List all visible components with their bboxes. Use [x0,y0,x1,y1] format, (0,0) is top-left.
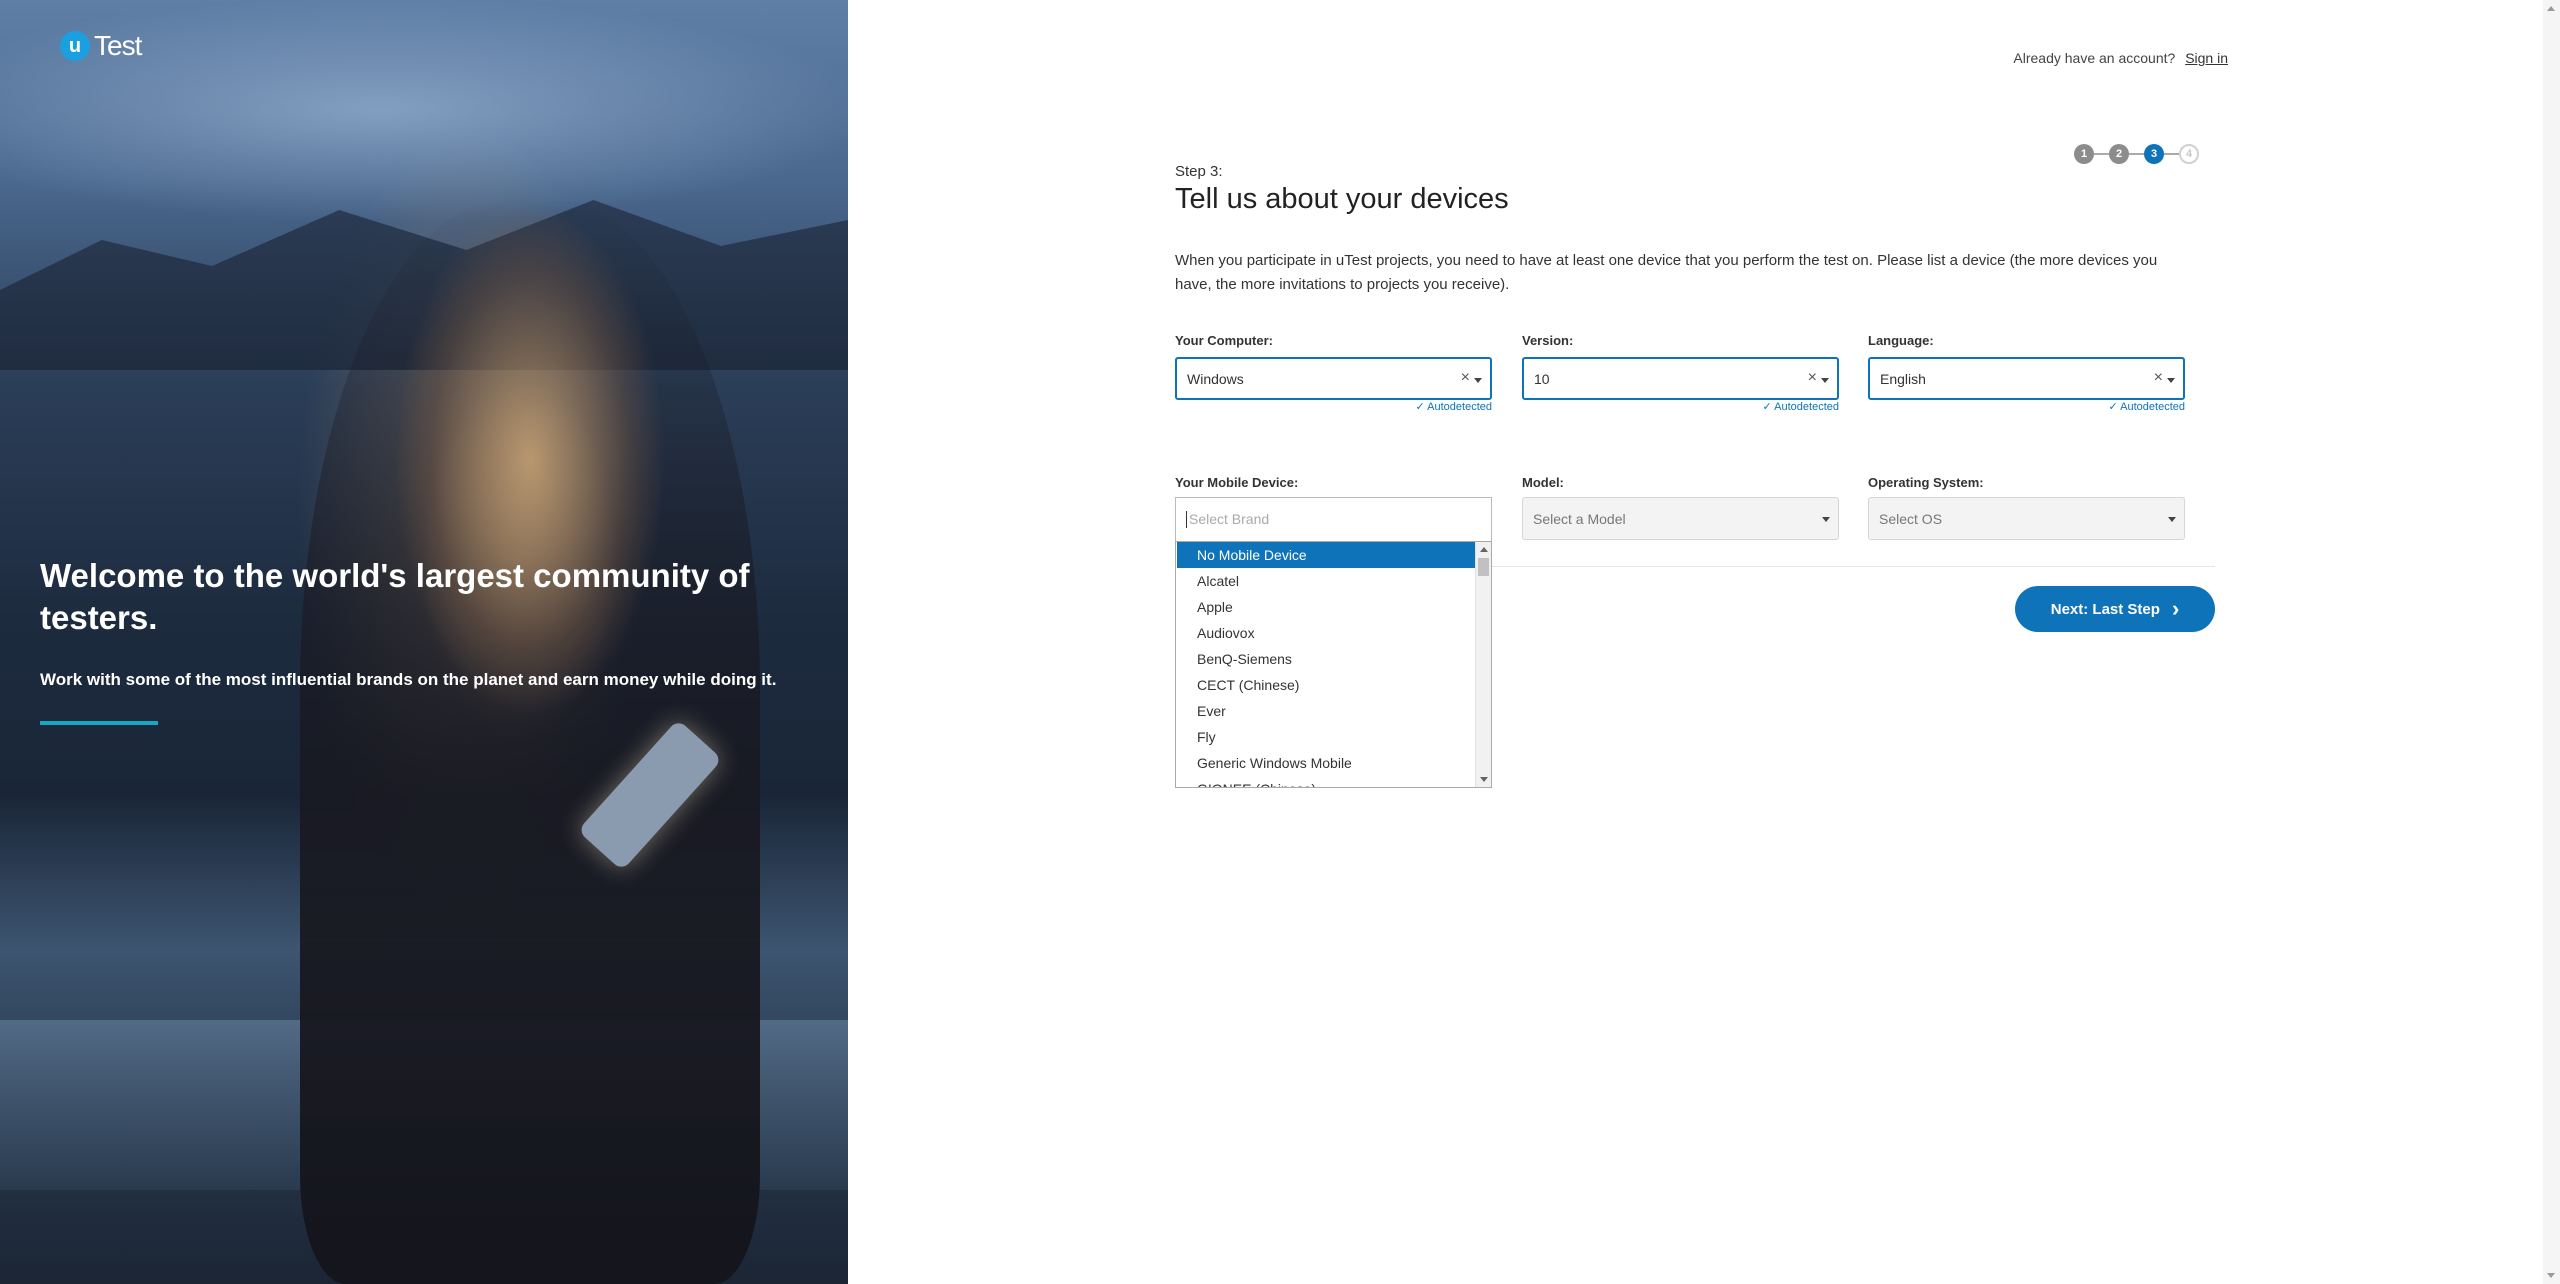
page-scrollbar[interactable] [2543,0,2560,1284]
hero-accent-bar [40,721,158,725]
step-2: 2 [2109,144,2129,164]
clear-icon[interactable]: × [1808,369,1817,387]
signin-prompt: Already have an account? Sign in [2013,50,2228,66]
hero-subtitle: Work with some of the most influential b… [40,670,777,689]
list-item[interactable]: Alcatel [1177,568,1476,594]
list-item[interactable]: GIONEE (Chinese) [1177,776,1476,787]
hero-panel: u Test Welcome to the world's largest co… [0,0,848,1284]
brand-dropdown-list[interactable]: No Mobile Device Alcatel Apple Audiovox … [1175,541,1492,788]
scroll-thumb[interactable] [1478,558,1489,576]
version-label: Version: [1522,333,1574,348]
step-1: 1 [2074,144,2094,164]
version-autodetected: ✓ Autodetected [1762,401,1840,413]
computer-select[interactable]: Windows × [1175,357,1492,400]
next-button-label: Next: Last Step [2050,600,2160,618]
clear-icon[interactable]: × [1461,369,1470,387]
clear-icon[interactable]: × [2154,369,2163,387]
step-4: 4 [2179,144,2199,164]
step-3: 3 [2144,144,2164,164]
brand-search-input[interactable]: Select Brand [1175,497,1492,541]
utest-logo[interactable]: u Test [60,30,142,62]
hero-title: Welcome to the world's largest community… [40,557,750,636]
chevron-right-icon: › [2171,596,2180,621]
next-button[interactable]: Next: Last Step › [2015,586,2215,632]
model-placeholder: Select a Model [1533,510,1626,527]
list-item[interactable]: BenQ-Siemens [1177,646,1476,672]
computer-autodetected: ✓ Autodetected [1415,401,1493,413]
logo-text: Test [94,30,142,61]
list-item[interactable]: No Mobile Device [1177,542,1476,568]
scroll-up-icon[interactable] [2547,6,2555,11]
scroll-up-icon[interactable] [1480,547,1488,552]
list-item[interactable]: Apple [1177,594,1476,620]
list-item[interactable]: Fly [1177,724,1476,750]
step-connector [2129,153,2144,155]
page-title: Tell us about your devices [1175,183,1509,215]
language-select[interactable]: English × [1868,357,2185,400]
list-item[interactable]: Ever [1177,698,1476,724]
language-value: English [1880,370,1926,387]
dropdown-scrollbar[interactable] [1475,542,1491,787]
step-indicator: 1 2 3 4 [2074,144,2199,164]
os-select[interactable]: Select OS [1868,497,2185,540]
os-placeholder: Select OS [1879,510,1943,527]
language-label: Language: [1868,333,1934,348]
language-autodetected: ✓ Autodetected [2108,401,2186,413]
computer-value: Windows [1187,370,1244,387]
signin-prompt-text: Already have an account? [2013,50,2176,66]
list-item[interactable]: Generic Windows Mobile [1177,750,1476,776]
list-item[interactable]: CECT (Chinese) [1177,672,1476,698]
chevron-down-icon[interactable] [2168,517,2176,522]
step-connector [2094,153,2109,155]
chevron-down-icon[interactable] [1474,378,1482,383]
chevron-down-icon[interactable] [1821,378,1829,383]
version-value: 10 [1534,370,1550,387]
chevron-down-icon[interactable] [1822,517,1830,522]
step-connector [2164,153,2179,155]
chevron-down-icon[interactable] [2167,378,2175,383]
intro-text: When you participate in uTest projects, … [1175,252,2158,293]
text-cursor [1186,511,1187,528]
os-label: Operating System: [1868,475,1984,490]
model-label: Model: [1522,475,1564,490]
version-select[interactable]: 10 × [1522,357,1839,400]
model-select[interactable]: Select a Model [1522,497,1839,540]
logo-mark: u [60,31,90,61]
list-item[interactable]: Audiovox [1177,620,1476,646]
signin-link[interactable]: Sign in [2185,50,2228,66]
brand-search-placeholder: Select Brand [1189,511,1270,527]
step-label: Step 3: [1175,163,1223,180]
mobile-device-label: Your Mobile Device: [1175,475,1299,490]
computer-label: Your Computer: [1175,333,1273,348]
scroll-down-icon[interactable] [1480,777,1488,782]
scroll-down-icon[interactable] [2547,1273,2555,1278]
